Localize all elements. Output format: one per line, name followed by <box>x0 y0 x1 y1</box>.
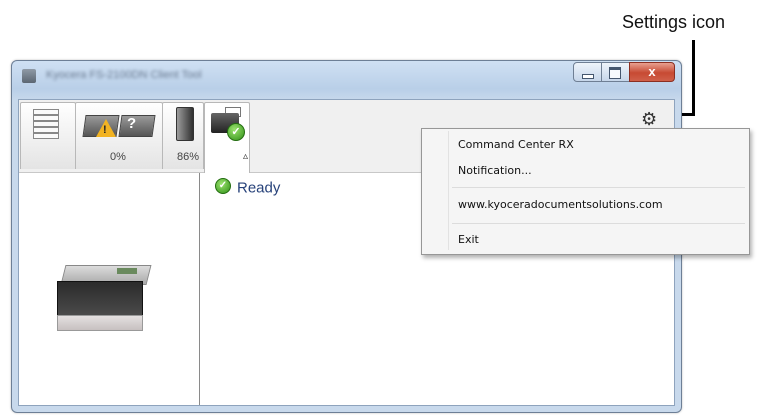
menu-separator <box>452 223 745 224</box>
window-title: Kyocera FS-2100DN Client Tool <box>46 69 202 81</box>
waste-toner-level: 86% <box>176 151 199 163</box>
menu-gutter <box>448 131 449 250</box>
maximize-button[interactable] <box>601 62 630 82</box>
menu-item-command-center[interactable]: Command Center RX <box>458 138 574 151</box>
expand-chevron-icon[interactable]: ▵ <box>243 151 248 162</box>
printer-image <box>57 265 157 335</box>
menu-item-notification[interactable]: Notification... <box>458 164 532 177</box>
paper-stack-icon <box>31 109 59 139</box>
settings-icon[interactable]: ⚙ <box>641 110 657 128</box>
minimize-button[interactable] <box>573 62 602 82</box>
status-text: Ready <box>237 179 281 197</box>
callout-label: Settings icon <box>622 12 726 32</box>
window-caption-buttons: x <box>573 62 675 82</box>
status-message: ✓ Ready <box>215 178 281 197</box>
waste-toner-box-icon <box>176 107 194 141</box>
menu-separator <box>452 187 745 188</box>
ready-check-icon: ✓ <box>215 178 231 195</box>
printer-image-panel <box>19 173 200 405</box>
menu-item-exit[interactable]: Exit <box>458 233 479 246</box>
device-ok-icon: ✓ <box>211 107 245 141</box>
toner-level: 0% <box>110 151 126 163</box>
callout-line-vertical <box>692 40 695 116</box>
app-icon <box>22 69 36 83</box>
tab-waste-toner[interactable]: 86% <box>162 102 204 169</box>
close-button[interactable]: x <box>629 62 675 82</box>
tab-paper[interactable] <box>20 102 76 169</box>
tab-toner[interactable]: ! ? 0% <box>75 102 163 169</box>
toner-warning-icon: ! ? <box>82 113 158 137</box>
tab-device-status[interactable]: ✓ <box>204 102 250 173</box>
menu-item-website[interactable]: www.kyoceradocumentsolutions.com <box>458 198 663 211</box>
settings-context-menu: Command Center RX Notification... www.ky… <box>421 128 750 255</box>
